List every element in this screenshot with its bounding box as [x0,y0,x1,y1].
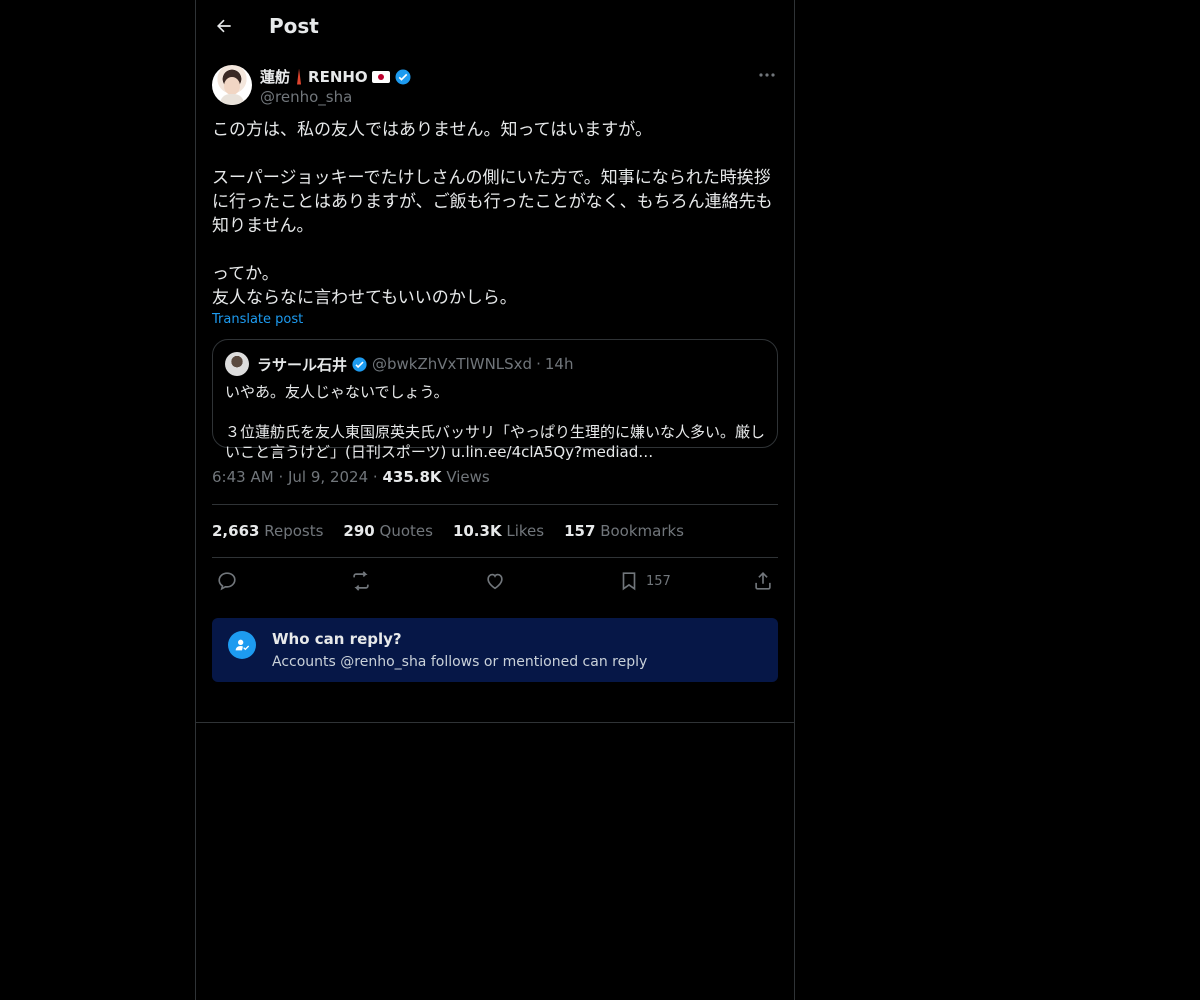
post-time[interactable]: 6:43 AM [212,468,274,486]
post-meta: 6:43 AM · Jul 9, 2024 · 435.8K Views [212,468,778,488]
share-button[interactable] [752,570,774,592]
person-check-icon [228,631,256,659]
quote-header: ラサール石井 @bwkZhVxTlWNLSxd · 14h [225,352,765,376]
share-icon [755,572,771,590]
quote-avatar [225,352,249,376]
bookmark-count: 157 [646,573,671,589]
quoted-post[interactable]: ラサール石井 @bwkZhVxTlWNLSxd · 14h いやあ。友人じゃない… [212,339,778,461]
like-icon [487,573,503,590]
post: 蓮舫 RENHO @renho_sha この方は、私の友人ではありません。知って… [196,64,794,682]
reposts-stat[interactable]: 2,663 Reposts [212,522,323,540]
author-name[interactable]: 蓮舫 RENHO [260,66,412,87]
post-column: Post 蓮舫 RENHO @renho_sha この方は、私の友人ではありませ… [195,0,795,1000]
bookmark-button[interactable]: 157 [618,570,671,592]
japan-flag-icon [371,70,390,83]
reply-notice-title: Who can reply? [272,630,402,648]
author-name-latin: RENHO [308,67,368,86]
verified-icon [395,69,411,84]
translate-post-link[interactable]: Translate post [212,312,778,327]
action-bar: 157 [212,558,778,604]
page-title: Post [269,14,319,38]
back-arrow-icon [217,19,231,33]
bookmarks-stat[interactable]: 157 Bookmarks [564,522,684,540]
quote-author-name: ラサール石井 [257,355,348,374]
author-name-kanji: 蓮舫 [260,68,291,86]
meta-separator: · [278,468,284,486]
quote-author-handle: @bwkZhVxTlWNLSxd [372,355,533,373]
back-button[interactable] [208,10,240,42]
repost-button[interactable] [350,570,372,592]
reply-restriction-notice: Who can reply? Accounts @renho_sha follo… [212,618,778,682]
avatar[interactable] [212,65,252,105]
reply-button[interactable] [216,570,238,592]
divider [196,722,794,723]
like-button[interactable] [484,570,506,592]
more-icon [759,73,775,77]
verified-icon [352,356,367,372]
post-date[interactable]: Jul 9, 2024 [288,468,368,486]
repost-icon [353,571,369,591]
likes-stat[interactable]: 10.3K Likes [453,522,544,540]
reply-icon [218,572,236,591]
author-handle[interactable]: @renho_sha [260,88,352,106]
tokyo-tower-icon [294,69,304,85]
bookmark-icon [622,572,636,591]
header: Post [196,0,794,54]
post-text: この方は、私の友人ではありません。知ってはいますが。 スーパージョッキーでたけし… [212,120,773,308]
more-button[interactable] [756,64,778,86]
quote-text: いやあ。友人じゃないでしょう。 ３位蓮舫氏を友人東国原英夫氏バッサリ「やっぱり生… [225,383,766,461]
quote-timestamp: 14h [544,355,574,373]
views-count: 435.8K [382,468,442,486]
meta-separator: · [372,468,378,486]
reply-notice-subtitle: Accounts @renho_sha follows or mentioned… [272,654,648,670]
views-label: Views [446,468,490,486]
author-row: 蓮舫 RENHO @renho_sha [212,64,778,118]
engagement-stats: 2,663 Reposts 290 Quotes 10.3K Likes 157… [212,505,778,557]
quote-separator: · [536,355,541,373]
quotes-stat[interactable]: 290 Quotes [343,522,433,540]
